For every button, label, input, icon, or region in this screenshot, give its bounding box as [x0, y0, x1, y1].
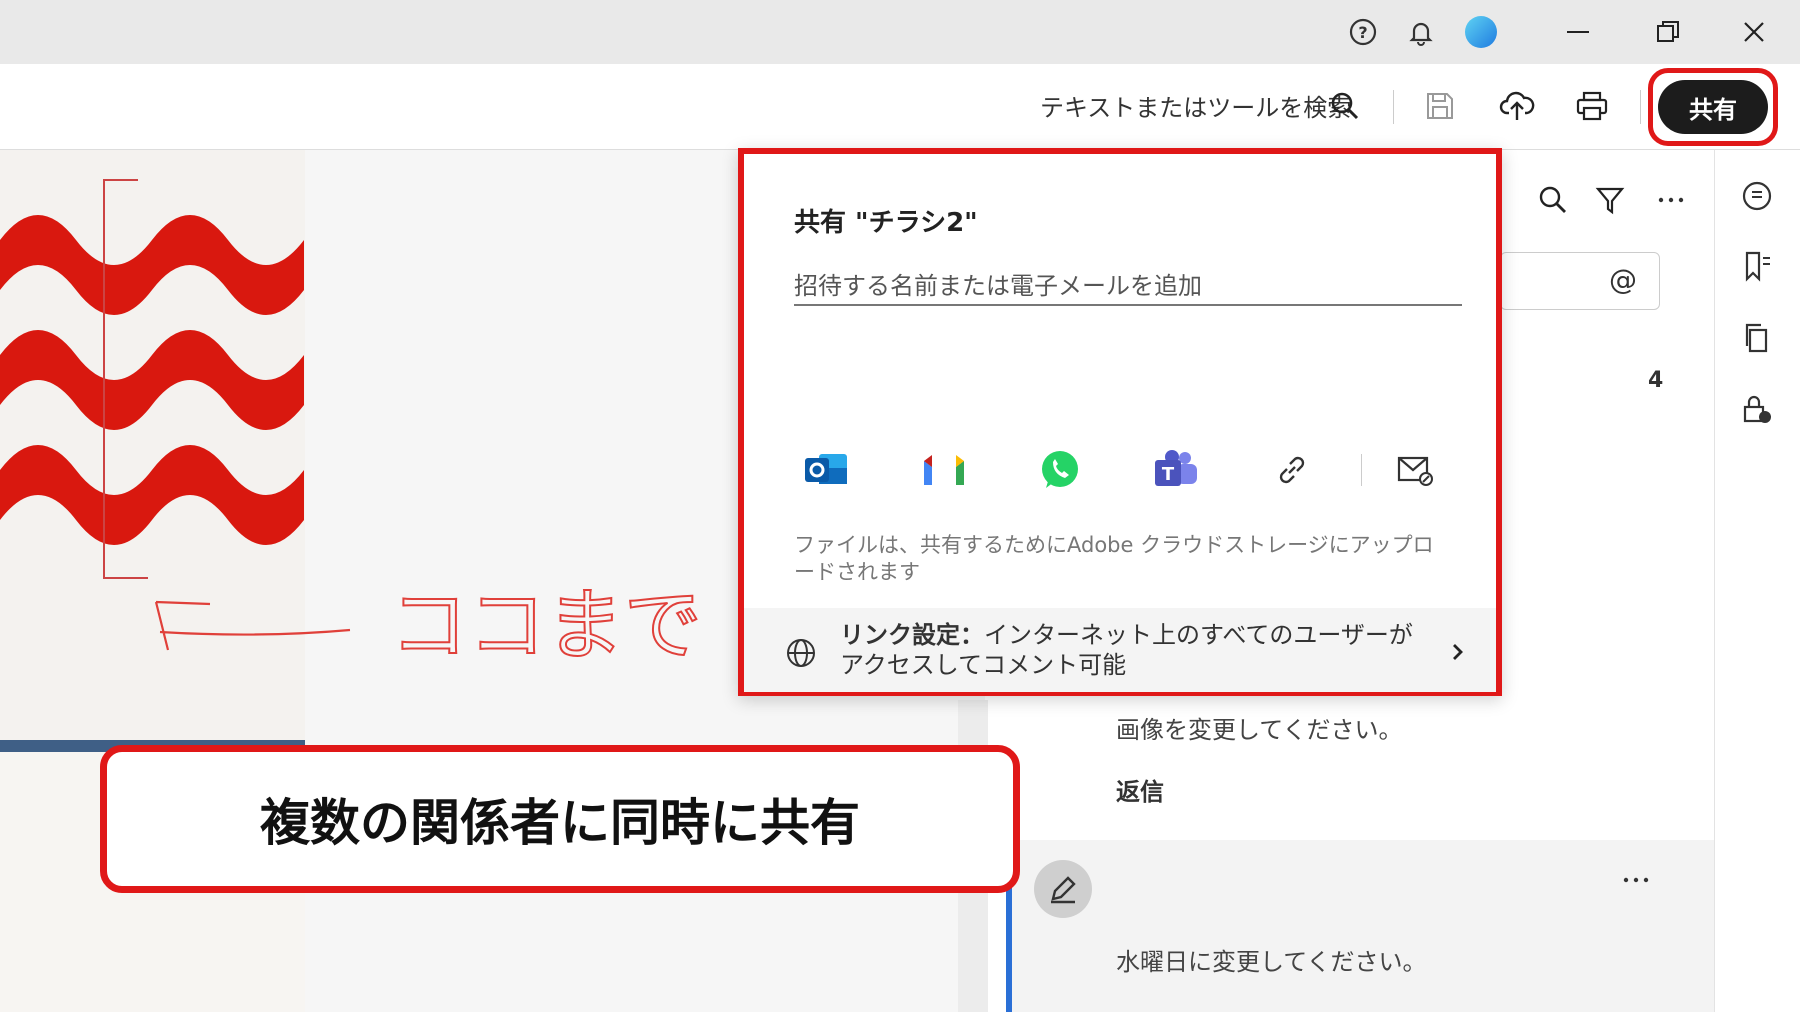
- bell-icon[interactable]: [1403, 14, 1439, 50]
- chevron-right-icon[interactable]: [1444, 638, 1472, 666]
- title-bar: ?: [0, 0, 1800, 64]
- whatsapp-icon[interactable]: [1034, 444, 1086, 496]
- page-number: 4: [1648, 368, 1664, 393]
- comment-card: 水曜日に変更してください。: [1006, 840, 1714, 1012]
- right-rail: [1714, 150, 1800, 1012]
- svg-text:T: T: [1162, 464, 1175, 485]
- globe-icon: [784, 636, 818, 670]
- minimize-icon[interactable]: [1560, 14, 1596, 50]
- pen-icon: [1051, 876, 1076, 904]
- bookmark-icon[interactable]: [1737, 246, 1777, 286]
- more-options-icon[interactable]: [1651, 180, 1691, 220]
- toolbar-divider: [1393, 90, 1394, 124]
- invite-input[interactable]: 招待する名前または電子メールを追加: [794, 264, 1462, 306]
- link-settings-text: リンク設定：インターネット上のすべてのユーザーがアクセスしてコメント可能: [840, 620, 1430, 680]
- print-icon[interactable]: [1572, 86, 1612, 126]
- upload-note: ファイルは、共有するためにAdobe クラウドストレージにアップロードされます: [794, 533, 1434, 584]
- share-dialog-title: 共有 "チラシ2": [794, 208, 978, 238]
- security-icon[interactable]: [1737, 390, 1777, 430]
- svg-text:?: ?: [1358, 23, 1367, 42]
- cloud-upload-icon[interactable]: [1497, 86, 1537, 126]
- restore-icon[interactable]: [1650, 14, 1686, 50]
- link-icon[interactable]: [1266, 444, 1318, 496]
- comments-search-icon[interactable]: [1533, 180, 1573, 220]
- handwritten-annotation: ココまで: [154, 580, 703, 670]
- link-settings-label: リンク設定：: [840, 621, 984, 649]
- callout-caption: 複数の関係者に同時に共有: [100, 745, 1020, 893]
- search-tools-text[interactable]: テキストまたはツールを検索: [1040, 88, 1351, 123]
- share-dialog: 共有 "チラシ2" 招待する名前または電子メールを追加 T ファイルは、共有する…: [738, 148, 1502, 696]
- help-icon[interactable]: ?: [1345, 14, 1381, 50]
- comment-more-icon[interactable]: [1616, 860, 1656, 900]
- pages-icon[interactable]: [1737, 318, 1777, 358]
- gmail-icon[interactable]: [918, 444, 970, 496]
- filter-icon[interactable]: [1590, 180, 1630, 220]
- avatar: [1034, 860, 1092, 918]
- comment-text: 水曜日に変更してください。: [1116, 948, 1427, 976]
- mention-icon[interactable]: @: [1609, 263, 1637, 296]
- comment-tool-icon[interactable]: [1737, 176, 1777, 216]
- reply-link[interactable]: 返信: [1116, 772, 1164, 807]
- mail-icon[interactable]: [1390, 444, 1442, 496]
- comment-text: 画像を変更してください。: [1116, 716, 1403, 744]
- search-icon[interactable]: [1325, 86, 1365, 126]
- share-button-highlight: [1648, 68, 1778, 146]
- main-toolbar: テキストまたはツールを検索 共有: [0, 64, 1800, 150]
- profile-icon[interactable]: [1463, 14, 1499, 50]
- outlook-icon[interactable]: [800, 444, 852, 496]
- comment-input-box[interactable]: @: [1500, 252, 1660, 310]
- teams-icon[interactable]: T: [1150, 444, 1202, 496]
- close-icon[interactable]: [1736, 14, 1772, 50]
- save-icon[interactable]: [1420, 86, 1460, 126]
- toolbar-divider: [1640, 90, 1641, 124]
- link-settings-row[interactable]: リンク設定：インターネット上のすべてのユーザーがアクセスしてコメント可能: [744, 608, 1496, 692]
- apps-divider: [1361, 454, 1362, 486]
- handwritten-text: ココまで: [390, 581, 702, 670]
